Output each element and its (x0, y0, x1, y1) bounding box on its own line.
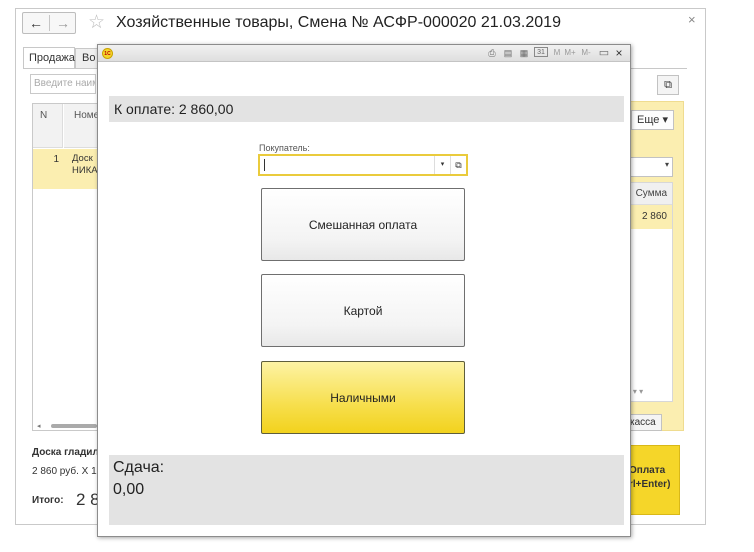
change-label: Сдача: (113, 459, 165, 476)
sum-scroll-arrows[interactable]: ‹ ▾ ▾ (628, 387, 673, 400)
buyer-field[interactable]: ▾ ⧉ (258, 154, 468, 176)
column-header-n[interactable]: N (33, 104, 63, 148)
scrollbar-thumb[interactable] (51, 424, 97, 428)
memory-plus-button[interactable]: M+ (563, 47, 577, 59)
back-button[interactable]: ← (23, 13, 49, 33)
pay-button-line1: Оплата (629, 465, 666, 476)
save-icon[interactable]: ▤ (502, 47, 514, 59)
row-number: 1 (53, 154, 59, 165)
window-title: Хозяйственные товары, Смена № АСФР-00002… (116, 14, 561, 31)
calculator-icon[interactable]: ▦ (518, 47, 530, 59)
kassa-button[interactable]: касса (626, 414, 662, 431)
cash-payment-button[interactable]: Наличными (261, 361, 465, 434)
chevron-down-icon: ▾ (664, 160, 669, 169)
search-input[interactable]: Введите наим (30, 74, 96, 94)
star-icon[interactable]: ☆ (88, 12, 105, 34)
buyer-label: Покупатель: (259, 143, 310, 153)
payment-dialog: 1С ⎙ ▤ ▦ 31 M M+ M- ▭ × К оплате: 2 860,… (97, 44, 631, 537)
sum-cell: 2 860 (629, 205, 672, 229)
change-value: 0,00 (113, 481, 145, 498)
row-name-line2: НИКА (72, 165, 98, 176)
row-name-line1: Доск (72, 153, 93, 164)
app-logo-icon: 1С (102, 48, 113, 59)
cash-payment-label: Наличными (330, 390, 396, 405)
total-label: Итого: (32, 495, 64, 506)
scroll-left-icon[interactable]: ◂ (37, 422, 41, 430)
row-name: Доск НИКА (72, 149, 98, 177)
calendar-icon[interactable]: 31 (534, 47, 548, 57)
arrow-left-icon: ← (29, 15, 43, 31)
memory-button[interactable]: M (552, 47, 562, 59)
mixed-payment-button[interactable]: Смешанная оплата (261, 188, 465, 261)
restore-icon[interactable]: ▭ (598, 47, 610, 59)
change-panel: Сдача: 0,00 (109, 455, 624, 525)
sum-table: Сумма 2 860 (628, 182, 673, 402)
amount-due-bar: К оплате: 2 860,00 (109, 96, 624, 122)
chevron-down-icon[interactable]: ▾ (434, 156, 450, 174)
copy-icon: ⧉ (664, 79, 672, 91)
pay-button-line2: rl+Enter) (629, 479, 671, 490)
product-name: Доска гладил (32, 447, 99, 458)
amount-due: К оплате: 2 860,00 (114, 101, 234, 117)
card-payment-label: Картой (343, 303, 383, 318)
card-payment-button[interactable]: Картой (261, 274, 465, 347)
price-line: 2 860 руб. X 1 (32, 466, 97, 477)
forward-button[interactable]: → (50, 13, 76, 33)
tab-return[interactable]: Во (75, 48, 99, 69)
memory-minus-button[interactable]: M- (579, 47, 593, 59)
close-icon[interactable]: × (613, 47, 625, 59)
goods-table: N Номе 1 Доск НИКА ◂ (32, 103, 98, 431)
column-header-name[interactable]: Номе (64, 104, 97, 148)
pay-button[interactable]: Оплата rl+Enter) (628, 445, 680, 515)
side-dropdown[interactable]: ▾ (629, 157, 673, 177)
tab-sale[interactable]: Продажа (23, 47, 75, 69)
text-caret (264, 159, 265, 171)
column-header-sum[interactable]: Сумма (629, 183, 672, 205)
horizontal-scrollbar[interactable]: ◂ (35, 422, 97, 430)
copy-button[interactable]: ⧉ (657, 75, 679, 95)
arrow-right-icon: → (56, 15, 70, 31)
dialog-titlebar: 1С ⎙ ▤ ▦ 31 M M+ M- ▭ × (98, 45, 630, 62)
print-icon[interactable]: ⎙ (486, 47, 498, 59)
open-form-icon[interactable]: ⧉ (450, 156, 466, 174)
more-button[interactable]: Еще ▾ (631, 110, 674, 130)
mixed-payment-label: Смешанная оплата (308, 217, 418, 232)
navigation-buttons: ← → (22, 12, 76, 34)
close-icon[interactable]: × (688, 12, 696, 27)
